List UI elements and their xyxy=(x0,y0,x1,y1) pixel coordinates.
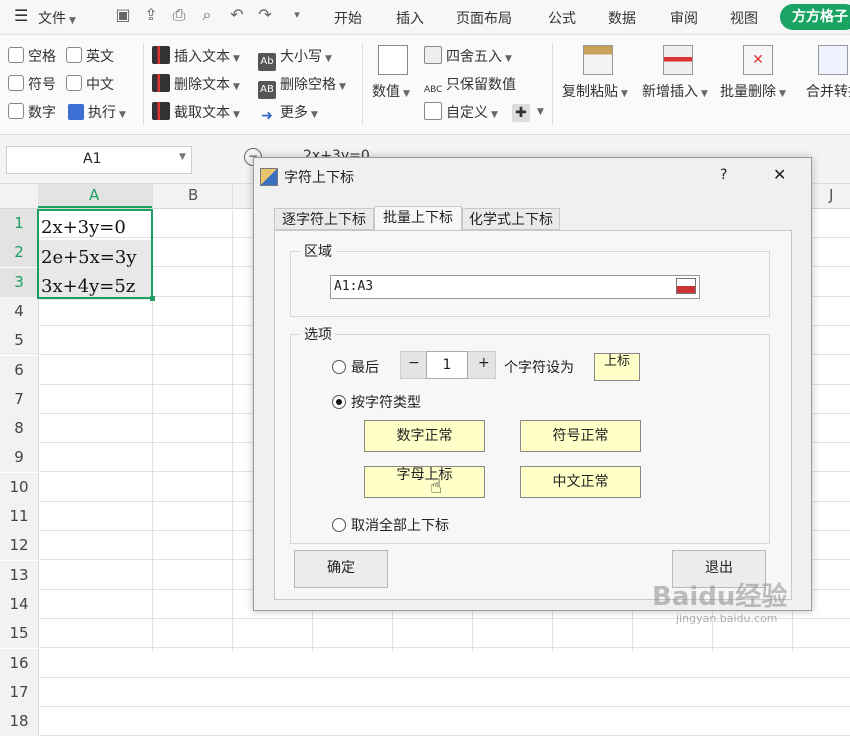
row-header[interactable]: 13 xyxy=(0,561,39,590)
help-icon[interactable]: ? xyxy=(720,167,727,183)
digit-normal-button[interactable]: 数字正常 xyxy=(364,420,485,452)
row-header[interactable]: 14 xyxy=(0,590,39,619)
count-value: 1 xyxy=(442,357,452,373)
row-header[interactable]: 9 xyxy=(0,443,39,472)
stepper-minus-button[interactable]: − xyxy=(408,355,420,371)
row-gridline xyxy=(38,706,850,707)
chinese-normal-button[interactable]: 中文正常 xyxy=(520,466,641,498)
radio-cancel-all-label: 取消全部上下标 xyxy=(351,518,449,534)
row-header[interactable]: 11 xyxy=(0,502,39,531)
radio-by-char-type-label: 按字符类型 xyxy=(351,395,421,411)
row-header[interactable]: 7 xyxy=(0,385,39,414)
row-header[interactable]: 3 xyxy=(0,268,39,297)
radio-circle-selected xyxy=(332,395,346,409)
fill-handle[interactable] xyxy=(150,296,155,301)
watermark-logo: Baidu经验 xyxy=(652,582,788,612)
chars-set-as-label: 个字符设为 xyxy=(504,360,574,376)
range-value: A1:A3 xyxy=(334,279,374,294)
row-header[interactable]: 2 xyxy=(0,238,39,267)
row-header[interactable]: 5 xyxy=(0,326,39,355)
watermark-url: jingyan.baidu.com xyxy=(676,612,778,625)
tab-chemical[interactable]: 化学式上下标 xyxy=(462,208,560,230)
dialog-title: 字符上下标 xyxy=(284,170,354,186)
radio-circle xyxy=(332,518,346,532)
radio-cancel-all[interactable]: 取消全部上下标 xyxy=(332,515,449,535)
superscript-dialog: 字符上下标 ? ✕ 逐字符上下标 批量上下标 化学式上下标 区域 A1:A3 选… xyxy=(253,157,812,611)
row-header[interactable]: 12 xyxy=(0,531,39,560)
symbol-normal-button[interactable]: 符号正常 xyxy=(520,420,641,452)
row-header[interactable]: 18 xyxy=(0,707,39,736)
count-input[interactable]: 1 xyxy=(426,351,468,379)
row-header[interactable]: 15 xyxy=(0,619,39,648)
row-header[interactable]: 17 xyxy=(0,678,39,707)
radio-last[interactable]: 最后 xyxy=(332,357,379,377)
tab-batch[interactable]: 批量上下标 xyxy=(374,206,462,231)
row-header[interactable]: 6 xyxy=(0,356,39,385)
row-header[interactable]: 4 xyxy=(0,297,39,326)
app-icon xyxy=(260,168,278,186)
column-gridline xyxy=(232,184,233,651)
letter-superscript-button[interactable]: 字母上标 xyxy=(364,466,485,498)
superscript-button[interactable]: 上标 xyxy=(594,353,640,381)
close-icon[interactable]: ✕ xyxy=(773,165,786,184)
row-gridline xyxy=(38,647,850,648)
options-label: 选项 xyxy=(300,324,336,344)
hand-cursor-icon: ☝ xyxy=(430,474,443,498)
row-header[interactable]: 1 xyxy=(0,209,39,238)
row-header[interactable]: 8 xyxy=(0,414,39,443)
radio-by-char-type[interactable]: 按字符类型 xyxy=(332,392,421,412)
radio-last-label: 最后 xyxy=(351,360,379,376)
stepper-plus-button[interactable]: + xyxy=(478,355,490,371)
radio-circle xyxy=(332,360,346,374)
selection-border xyxy=(37,209,153,299)
row-header[interactable]: 16 xyxy=(0,649,39,678)
row-header[interactable]: 10 xyxy=(0,473,39,502)
ok-button[interactable]: 确定 xyxy=(294,550,388,588)
tab-per-char[interactable]: 逐字符上下标 xyxy=(274,208,374,230)
range-input[interactable]: A1:A3 xyxy=(330,275,700,299)
area-label: 区域 xyxy=(300,241,336,261)
row-gridline xyxy=(38,677,850,678)
range-picker-icon[interactable] xyxy=(676,278,696,294)
